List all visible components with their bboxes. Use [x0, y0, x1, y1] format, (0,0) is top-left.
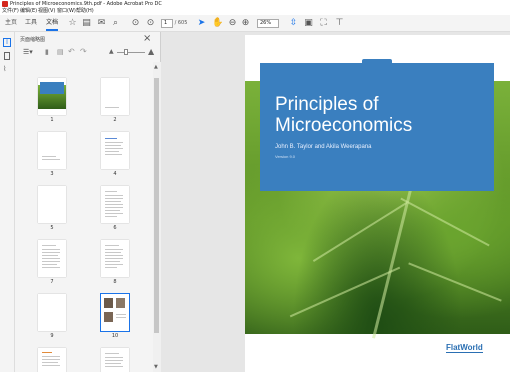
- zoom-out-icon[interactable]: ⊖: [227, 18, 238, 29]
- close-icon[interactable]: ×: [143, 33, 151, 44]
- zoom-small-icon[interactable]: ▲: [109, 48, 114, 55]
- menu-file[interactable]: 文件(F): [2, 8, 19, 15]
- options-menu-icon[interactable]: ☰▾: [23, 48, 33, 56]
- thumbnail-page-2[interactable]: [101, 78, 129, 115]
- tab-home[interactable]: 主页: [5, 15, 17, 31]
- rotate-cw-icon[interactable]: ↷: [80, 47, 87, 56]
- scroll-up-icon[interactable]: ▲: [154, 64, 158, 70]
- thumbnail-label: 4: [113, 171, 117, 177]
- page-up-icon[interactable]: ⊙: [130, 18, 141, 29]
- document-view[interactable]: Principles of Microeconomics John B. Tay…: [161, 32, 510, 372]
- thumbnail-page-6[interactable]: [101, 186, 129, 223]
- pdf-icon: [2, 1, 8, 7]
- thumbnail-label: 8: [113, 279, 117, 285]
- thumbnail-page-9[interactable]: [38, 294, 66, 331]
- thumbnail-scrollbar[interactable]: ▲ ▼: [153, 62, 161, 372]
- thumbnails-panel: 页面缩略图 × ☰▾ ▮ ▤ ↶ ↷ ▲ ▲ 1 2 3 4 5 6 7 8 9…: [15, 32, 161, 372]
- zoom-select[interactable]: 26%: [257, 19, 279, 28]
- book-authors: John B. Taylor and Akila Weerapana: [275, 144, 372, 150]
- menu-window[interactable]: 窗口(W): [57, 8, 76, 15]
- tab-document[interactable]: 文档: [46, 15, 59, 31]
- bookmarks-icon[interactable]: [4, 52, 10, 60]
- book-title-line-2: Microeconomics: [275, 115, 413, 136]
- tab-tools[interactable]: 工具: [25, 15, 37, 31]
- publisher-logo: FlatWorld: [446, 343, 483, 353]
- star-icon[interactable]: ☆: [67, 18, 78, 29]
- hand-icon[interactable]: ✋: [212, 18, 223, 29]
- thumbnail-page-3[interactable]: [38, 132, 66, 169]
- thumbnail-label: 1: [50, 117, 54, 123]
- pdf-page: Principles of Microeconomics John B. Tay…: [245, 35, 510, 372]
- scroll-mode-icon[interactable]: ▣: [303, 18, 314, 29]
- rotate-ccw-icon[interactable]: ↶: [68, 47, 75, 56]
- zoom-in-icon[interactable]: ⊕: [240, 18, 251, 29]
- scroll-down-icon[interactable]: ▼: [154, 364, 158, 370]
- fit-icon[interactable]: ⇳: [288, 18, 299, 29]
- thumbnail-page-5[interactable]: [38, 186, 66, 223]
- thumbnail-page-4[interactable]: [101, 132, 129, 169]
- fullscreen-icon[interactable]: ⛶: [318, 18, 329, 29]
- search-icon[interactable]: ⌕: [110, 18, 121, 29]
- window-title: Principles of Microeconomics.9th.pdf - A…: [10, 1, 162, 7]
- delete-icon[interactable]: ▮: [45, 48, 49, 56]
- thumbnail-size-slider[interactable]: [117, 52, 145, 53]
- thumbnail-label: 3: [50, 171, 54, 177]
- thumbnail-label: 2: [113, 117, 117, 123]
- book-version: Version 9.0: [275, 154, 296, 159]
- thumbnail-page-7[interactable]: [38, 240, 66, 277]
- page-thumbnails-icon[interactable]: ▯: [3, 38, 11, 47]
- toolbar: 主页 工具 文档 ☆ ▤ ✉ ⌕ ⊙ ⊙ 1 / 605 ➤ ✋ ⊖ ⊕ 26%…: [0, 15, 510, 32]
- thumbnail-toolbar: ☰▾ ▮ ▤ ↶ ↷ ▲ ▲: [15, 46, 161, 60]
- thumbnail-page-12[interactable]: [101, 348, 129, 372]
- thumbnail-label: 7: [50, 279, 54, 285]
- mail-icon[interactable]: ✉: [96, 18, 107, 29]
- scrollbar-thumb[interactable]: [154, 78, 159, 333]
- panel-title: 页面缩略图: [20, 37, 46, 43]
- book-title: Principles of Microeconomics: [275, 94, 412, 136]
- comment-icon[interactable]: ⊤: [334, 18, 345, 29]
- page-total: / 605: [174, 20, 188, 26]
- thumbnail-label: 5: [50, 225, 54, 231]
- banner-notch: [362, 59, 392, 64]
- thumbnail-page-1[interactable]: [38, 78, 66, 115]
- attachment-icon[interactable]: ⌇: [3, 65, 6, 73]
- book-title-line-1: Principles of: [275, 94, 379, 115]
- select-cursor-icon[interactable]: ➤: [196, 18, 207, 29]
- thumbnail-list: 1 2 3 4 5 6 7 8 9 10: [15, 62, 153, 372]
- menu-view[interactable]: 视图(V): [38, 8, 55, 15]
- menu-help[interactable]: 帮助(H): [76, 8, 94, 15]
- title-bar: Principles of Microeconomics.9th.pdf - A…: [0, 0, 510, 8]
- thumbnail-page-10[interactable]: [100, 293, 130, 332]
- menu-bar: 文件(F) 编辑(E) 视图(V) 窗口(W) 帮助(H): [0, 8, 510, 15]
- cover-title-banner: Principles of Microeconomics John B. Tay…: [260, 59, 494, 191]
- page-down-icon[interactable]: ⊙: [145, 18, 156, 29]
- page-number-input[interactable]: 1: [161, 19, 173, 28]
- slider-handle[interactable]: [124, 49, 128, 55]
- thumbnail-label: 6: [113, 225, 117, 231]
- insert-icon[interactable]: ▤: [57, 48, 64, 56]
- thumbnail-page-11[interactable]: [38, 348, 66, 372]
- thumbnail-label: 9: [50, 333, 54, 339]
- navigation-pane-strip: ▯ ⌇: [0, 32, 15, 372]
- print-icon[interactable]: ▤: [81, 18, 92, 29]
- thumbnail-page-8[interactable]: [101, 240, 129, 277]
- zoom-large-icon[interactable]: ▲: [148, 47, 154, 56]
- menu-edit[interactable]: 编辑(E): [20, 8, 37, 15]
- thumbnail-label: 10: [111, 333, 119, 339]
